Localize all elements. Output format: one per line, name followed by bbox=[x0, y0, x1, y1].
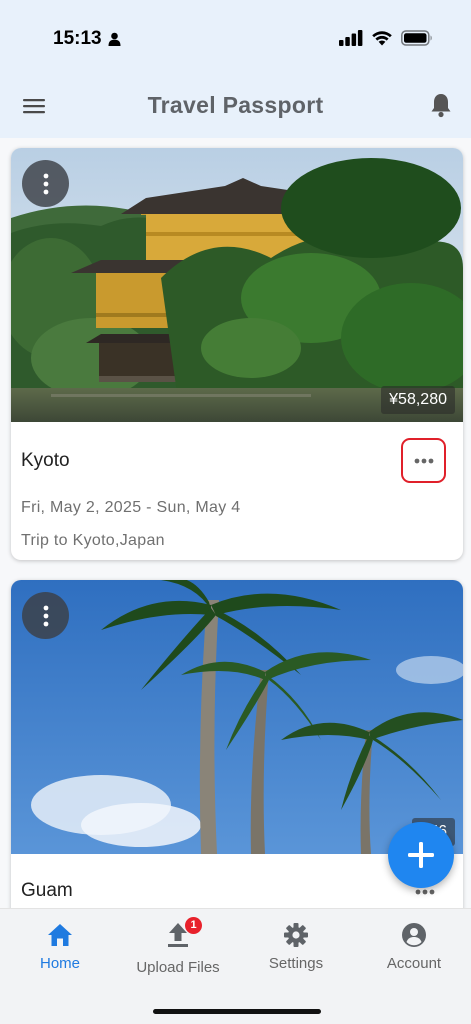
gear-icon bbox=[284, 923, 308, 947]
nav-home[interactable]: Home bbox=[1, 921, 119, 972]
photo-options-button[interactable] bbox=[22, 592, 69, 639]
more-vertical-icon bbox=[43, 605, 48, 626]
trip-photo-kyoto: ¥58,280 bbox=[11, 148, 463, 422]
trip-photo-guam: ¥56 bbox=[11, 580, 463, 854]
nav-settings[interactable]: Settings bbox=[237, 921, 355, 972]
trip-dates: Fri, May 2, 2025 - Sun, May 4 bbox=[21, 499, 241, 516]
nav-upload-label: Upload Files bbox=[136, 959, 220, 976]
home-indicator bbox=[153, 1009, 321, 1014]
nav-account[interactable]: Account bbox=[355, 921, 471, 972]
trip-description: Trip to Kyoto,Japan bbox=[21, 532, 165, 549]
nav-account-label: Account bbox=[386, 955, 442, 972]
bell-icon bbox=[431, 94, 451, 118]
clock-text: 15:13 bbox=[53, 28, 102, 49]
trip-feed[interactable]: ¥58,280 Kyoto Fri, May 2, 2025 - Sun, Ma… bbox=[0, 138, 471, 908]
app-bar: Travel Passport bbox=[0, 76, 471, 138]
price-badge: ¥58,280 bbox=[381, 386, 455, 414]
palm-trees-image bbox=[11, 580, 463, 854]
app-title: Travel Passport bbox=[147, 92, 324, 118]
status-bar: 15:13 bbox=[0, 0, 471, 76]
notifications-button[interactable] bbox=[429, 92, 455, 120]
trip-title: Kyoto bbox=[21, 450, 70, 471]
nav-home-label: Home bbox=[39, 955, 80, 972]
add-trip-button[interactable] bbox=[388, 822, 454, 888]
person-icon bbox=[108, 32, 121, 46]
bottom-navigation: Home 1 Upload Files Settings Account bbox=[0, 908, 471, 1024]
nav-settings-label: Settings bbox=[268, 955, 324, 972]
nav-upload-files[interactable]: 1 Upload Files bbox=[119, 917, 237, 976]
trip-more-button[interactable] bbox=[401, 438, 446, 483]
wifi-icon bbox=[372, 31, 392, 46]
photo-options-button[interactable] bbox=[22, 160, 69, 207]
status-icons bbox=[339, 30, 433, 46]
home-icon bbox=[48, 924, 72, 946]
battery-icon bbox=[401, 30, 432, 46]
more-horizontal-icon bbox=[414, 458, 433, 463]
cellular-signal-icon bbox=[339, 30, 363, 46]
more-vertical-icon bbox=[43, 173, 48, 194]
more-horizontal-icon bbox=[415, 889, 435, 895]
plus-icon bbox=[408, 842, 434, 868]
status-time: 15:13 bbox=[53, 28, 121, 50]
trip-title: Guam bbox=[21, 880, 73, 901]
golden-pavilion-image bbox=[11, 148, 463, 422]
account-circle-icon bbox=[402, 923, 426, 947]
upload-badge: 1 bbox=[185, 917, 202, 934]
trip-card-kyoto[interactable]: ¥58,280 Kyoto Fri, May 2, 2025 - Sun, Ma… bbox=[11, 148, 463, 560]
